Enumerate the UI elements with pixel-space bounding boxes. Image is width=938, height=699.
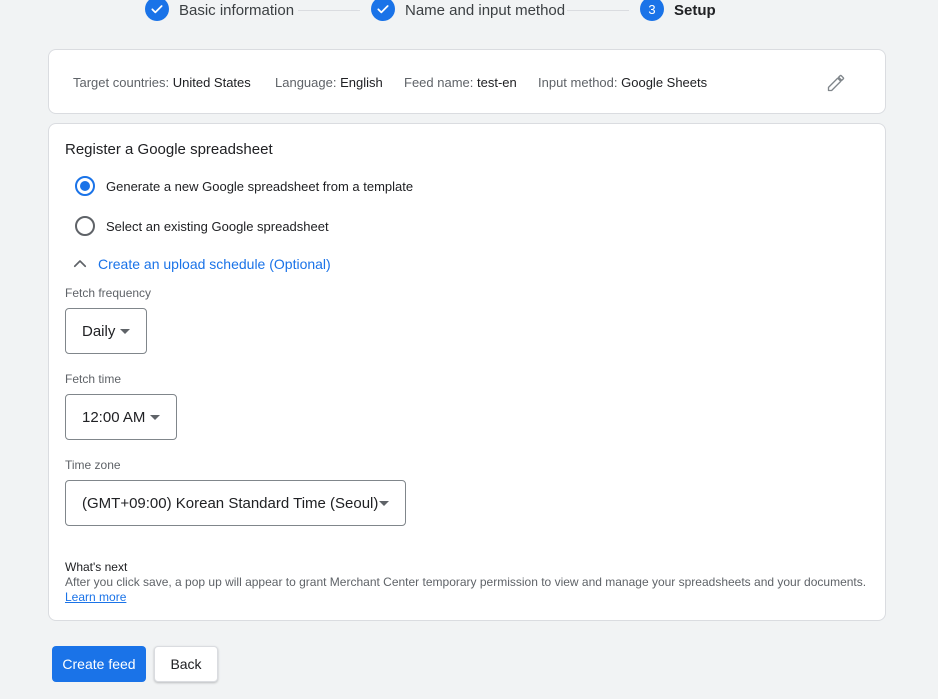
pencil-icon [827,74,845,92]
upload-schedule-toggle[interactable]: Create an upload schedule (Optional) [71,255,331,273]
summary-label: Target countries: [73,75,170,90]
chevron-up-icon [73,260,87,268]
step-divider [298,10,360,11]
create-feed-button[interactable]: Create feed [52,646,146,682]
radio-button-unchecked[interactable] [75,216,95,236]
check-icon [145,0,169,21]
whats-next-title: What's next [65,560,128,574]
back-button[interactable]: Back [154,646,218,682]
summary-label: Input method: [538,75,618,90]
stepper: Basic information Name and input method … [0,0,938,22]
step-basic-information: Basic information [145,0,294,22]
radio-label: Generate a new Google spreadsheet from a… [106,178,414,194]
upload-schedule-link[interactable]: Create an upload schedule (Optional) [98,256,331,272]
radio-label: Select an existing Google spreadsheet [106,218,329,234]
summary-value: Google Sheets [621,75,708,90]
step-divider [567,10,629,11]
summary-input-method: Input method: Google Sheets [538,75,707,90]
step-setup: 3 Setup [640,0,716,22]
step-label: Name and input method [405,1,566,19]
fetch-frequency-select[interactable]: Daily [65,308,147,354]
fetch-time-select[interactable]: 12:00 AM [65,394,177,440]
select-value: 12:00 AM [82,408,146,426]
time-zone-label: Time zone [65,458,121,472]
step-label: Setup [674,1,716,19]
summary-feed-name: Feed name: test-en [404,75,517,90]
summary-label: Feed name: [404,75,474,90]
summary-value: United States [172,75,251,90]
dropdown-arrow-icon [120,329,130,334]
step-label: Basic information [179,1,295,19]
check-icon [371,0,395,21]
summary-value: English [340,75,383,90]
learn-more-link[interactable]: Learn more [65,590,126,604]
dropdown-arrow-icon [150,415,160,420]
summary-target-countries: Target countries: United States [73,75,251,90]
radio-generate-new-spreadsheet[interactable]: Generate a new Google spreadsheet from a… [75,176,413,196]
register-spreadsheet-card: Register a Google spreadsheet Generate a… [48,123,886,621]
radio-button-checked[interactable] [75,176,95,196]
dropdown-arrow-icon [379,501,389,506]
whats-next-text: After you click save, a pop up will appe… [65,575,875,605]
select-value: Daily [82,322,116,340]
fetch-time-label: Fetch time [65,372,122,386]
feed-summary-card: Target countries: United States Language… [48,49,886,114]
section-title: Register a Google spreadsheet [65,141,273,158]
summary-language: Language: English [275,75,383,90]
edit-button[interactable] [825,72,847,94]
fetch-frequency-label: Fetch frequency [65,286,152,300]
summary-value: test-en [477,75,517,90]
whats-next-body: After you click save, a pop up will appe… [65,575,867,589]
step-number: 3 [640,0,664,21]
radio-select-existing-spreadsheet[interactable]: Select an existing Google spreadsheet [75,216,329,236]
time-zone-select[interactable]: (GMT+09:00) Korean Standard Time (Seoul) [65,480,406,526]
select-value: (GMT+09:00) Korean Standard Time (Seoul) [82,494,379,512]
step-name-and-input-method: Name and input method [371,0,565,22]
summary-label: Language: [275,75,337,90]
